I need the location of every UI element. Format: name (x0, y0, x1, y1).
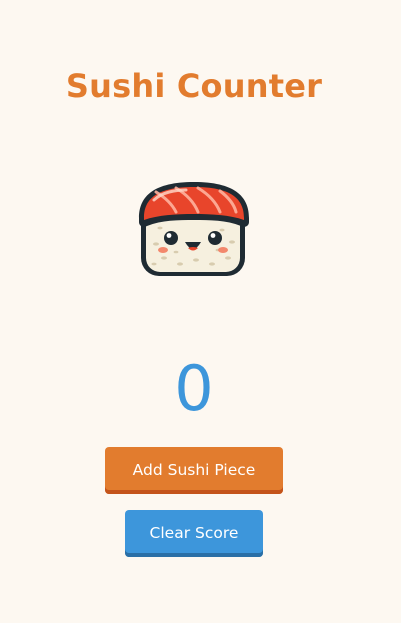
page-title: Sushi Counter (65, 67, 323, 105)
add-sushi-button[interactable]: Add Sushi Piece (105, 447, 283, 494)
sushi-counter-app: Sushi Counter 0 Add Sushi Piece Clear Sc… (0, 0, 401, 623)
add-sushi-button-label: Add Sushi Piece (132, 461, 256, 479)
clear-score-button[interactable]: Clear Score (125, 510, 263, 557)
clear-score-button-label: Clear Score (149, 524, 239, 542)
sushi-icon (136, 178, 252, 280)
score-display: 0 (174, 352, 214, 425)
sushi-illustration (139, 182, 249, 276)
